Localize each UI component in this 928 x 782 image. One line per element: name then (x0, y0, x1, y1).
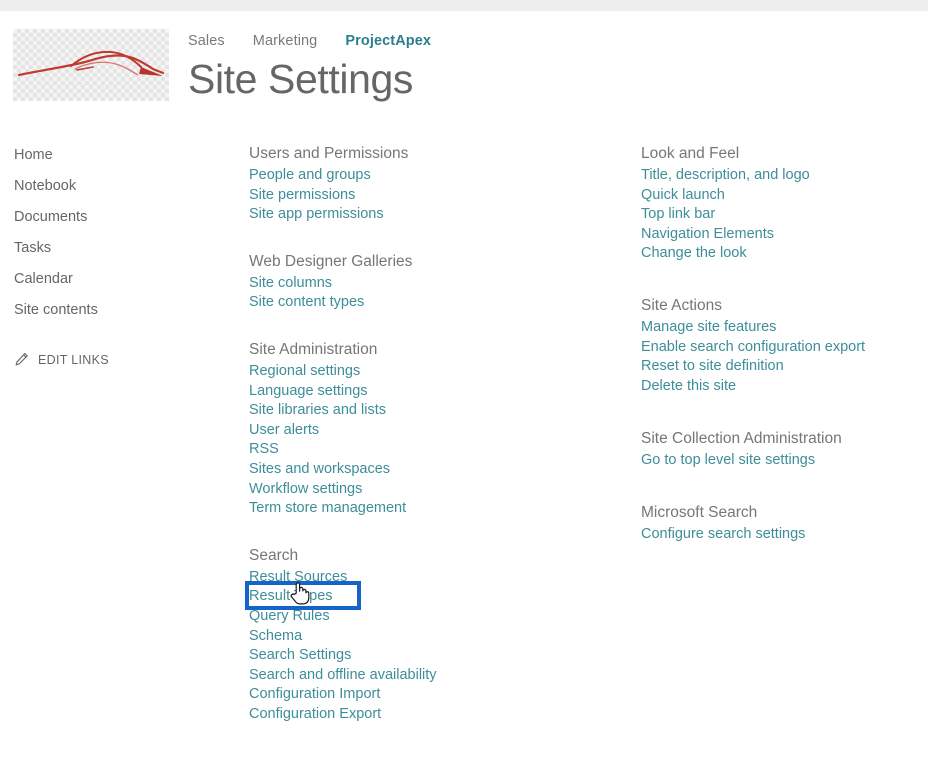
link-language-settings[interactable]: Language settings (249, 382, 589, 402)
group-heading: Site Administration (249, 340, 378, 358)
link-go-to-top-level-site-settings[interactable]: Go to top level site settings (641, 451, 911, 471)
link-manage-site-features[interactable]: Manage site features (641, 318, 911, 338)
link-site-permissions[interactable]: Site permissions (249, 186, 589, 206)
link-change-the-look[interactable]: Change the look (641, 244, 911, 264)
link-title-description-and-logo[interactable]: Title, description, and logo (641, 166, 911, 186)
topnav-item-projectapex[interactable]: ProjectApex (345, 33, 431, 49)
top-link-bar: Sales Marketing ProjectApex (188, 33, 431, 49)
link-rss[interactable]: RSS (249, 440, 589, 460)
group-heading: Look and Feel (641, 145, 740, 162)
link-result-sources[interactable]: Result Sources (249, 568, 589, 588)
link-configure-search-settings[interactable]: Configure search settings (641, 525, 911, 545)
sidebar-item-documents[interactable]: Documents (14, 202, 174, 233)
sidebar-item-site-contents[interactable]: Site contents (14, 295, 174, 326)
link-configuration-import[interactable]: Configuration Import (249, 685, 589, 705)
link-reset-to-site-definition[interactable]: Reset to site definition (641, 357, 911, 377)
link-query-rules[interactable]: Query Rules (249, 607, 589, 627)
link-result-types[interactable]: Result Types (249, 587, 589, 607)
edit-links-label: EDIT LINKS (38, 352, 109, 367)
sidebar-item-home[interactable]: Home (14, 140, 174, 171)
page-title: Site Settings (188, 56, 413, 102)
link-regional-settings[interactable]: Regional settings (249, 362, 589, 382)
link-people-and-groups[interactable]: People and groups (249, 166, 589, 186)
link-sites-and-workspaces[interactable]: Sites and workspaces (249, 460, 589, 480)
link-site-content-types[interactable]: Site content types (249, 293, 589, 313)
link-site-libraries-and-lists[interactable]: Site libraries and lists (249, 401, 589, 421)
settings-group-users-and-permissions: Users and Permissions People and groups … (249, 143, 589, 225)
pencil-icon (15, 352, 28, 366)
sidebar-item-calendar[interactable]: Calendar (14, 264, 174, 295)
group-heading: Web Designer Galleries (249, 252, 413, 270)
sidebar-item-tasks[interactable]: Tasks (14, 233, 174, 264)
link-site-app-permissions[interactable]: Site app permissions (249, 205, 589, 225)
link-top-link-bar[interactable]: Top link bar (641, 205, 911, 225)
quick-launch-nav: Home Notebook Documents Tasks Calendar S… (14, 140, 174, 367)
settings-column-right: Look and Feel Title, description, and lo… (641, 143, 911, 571)
group-heading: Search (249, 546, 299, 564)
link-search-and-offline-availability[interactable]: Search and offline availability (249, 666, 589, 686)
group-heading: Users and Permissions (249, 145, 409, 162)
browser-top-strip (0, 0, 928, 11)
link-delete-this-site[interactable]: Delete this site (641, 377, 911, 397)
link-quick-launch[interactable]: Quick launch (641, 186, 911, 206)
group-heading: Microsoft Search (641, 503, 758, 521)
link-configuration-export[interactable]: Configuration Export (249, 705, 589, 725)
settings-group-web-designer-galleries: Web Designer Galleries Site columns Site… (249, 251, 589, 313)
svg-text:PROJECT APEX: PROJECT APEX (41, 82, 130, 91)
group-heading: Site Actions (641, 296, 722, 314)
settings-group-site-administration: Site Administration Regional settings La… (249, 339, 589, 519)
link-navigation-elements[interactable]: Navigation Elements (641, 225, 911, 245)
group-heading: Site Collection Administration (641, 430, 842, 448)
settings-group-site-collection-administration: Site Collection Administration Go to top… (641, 428, 911, 471)
settings-group-microsoft-search: Microsoft Search Configure search settin… (641, 502, 911, 545)
site-logo[interactable]: PROJECT APEX (13, 29, 169, 101)
link-term-store-management[interactable]: Term store management (249, 499, 589, 519)
link-site-columns[interactable]: Site columns (249, 274, 589, 294)
settings-group-search: Search Result Sources Result Types Query… (249, 545, 589, 725)
link-schema[interactable]: Schema (249, 627, 589, 647)
settings-group-site-actions: Site Actions Manage site features Enable… (641, 295, 911, 396)
edit-links-button[interactable]: EDIT LINKS (14, 352, 174, 367)
link-search-settings[interactable]: Search Settings (249, 646, 589, 666)
topnav-item-marketing[interactable]: Marketing (253, 33, 318, 49)
settings-group-look-and-feel: Look and Feel Title, description, and lo… (641, 143, 911, 264)
link-enable-search-configuration-export[interactable]: Enable search configuration export (641, 338, 911, 358)
link-workflow-settings[interactable]: Workflow settings (249, 480, 589, 500)
site-logo-car-silhouette: PROJECT APEX (17, 50, 165, 91)
link-user-alerts[interactable]: User alerts (249, 421, 589, 441)
topnav-item-sales[interactable]: Sales (188, 33, 225, 49)
sidebar-item-notebook[interactable]: Notebook (14, 171, 174, 202)
settings-column-middle: Users and Permissions People and groups … (249, 143, 589, 750)
